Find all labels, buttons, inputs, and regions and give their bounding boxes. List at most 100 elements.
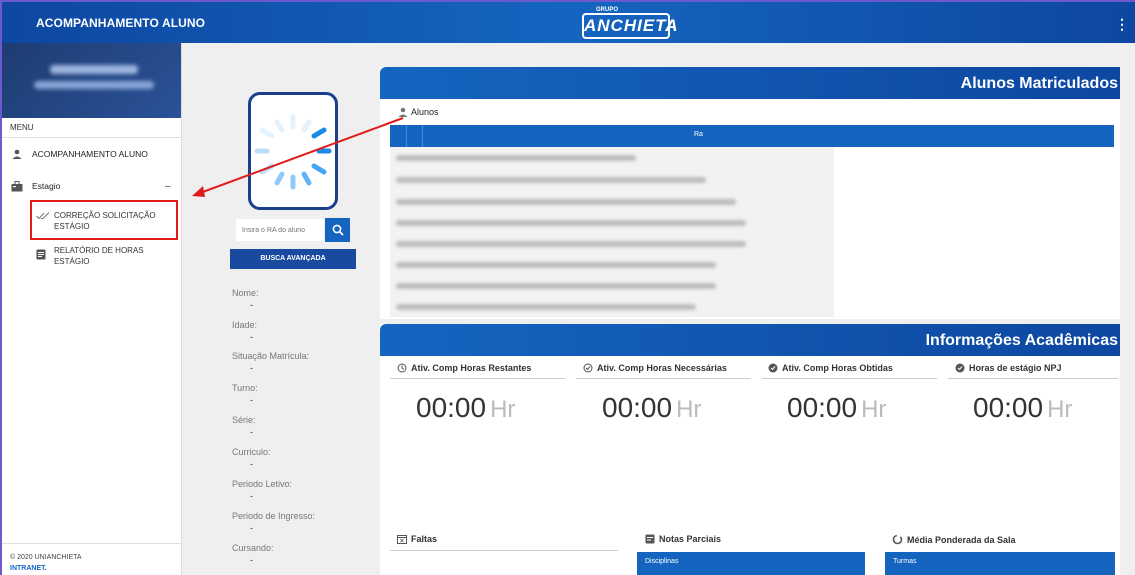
faltas-section: Faltas bbox=[397, 534, 437, 544]
field-value-curriculo: - bbox=[250, 459, 253, 469]
table-row[interactable] bbox=[396, 155, 636, 161]
check-circle-outline-icon bbox=[583, 363, 593, 373]
collapse-icon[interactable]: – bbox=[165, 181, 171, 192]
sidebar-item-acompanhamento[interactable]: ACOMPANHAMENTO ALUNO bbox=[10, 148, 148, 160]
notas-table-header: Disciplinas bbox=[637, 552, 865, 575]
time-horas-npj: 00:00 Hr bbox=[973, 392, 1072, 424]
logo-name: ANCHIETA bbox=[582, 13, 678, 39]
sidebar-subitem-label: RELATÓRIO DE HORAS ESTÁGIO bbox=[53, 246, 144, 266]
sidebar-subitem-relatorio[interactable]: RELATÓRIO DE HORAS ESTÁGIO bbox=[36, 245, 181, 267]
calendar-x-icon bbox=[397, 535, 407, 544]
user-email-blurred bbox=[34, 81, 154, 89]
column-divider bbox=[422, 125, 423, 147]
search-icon bbox=[332, 224, 344, 236]
notas-label: Notas Parciais bbox=[659, 534, 722, 544]
field-value-turno: - bbox=[250, 395, 253, 405]
field-label-cursando: Cursando: bbox=[232, 543, 274, 553]
faltas-label: Faltas bbox=[411, 534, 438, 544]
enrolled-card-header: Alunos Matriculados bbox=[380, 67, 1120, 99]
advanced-search-button[interactable]: BUSCA AVANÇADA bbox=[230, 249, 356, 269]
time-unit: Hr bbox=[861, 396, 887, 423]
double-check-icon bbox=[36, 210, 52, 232]
field-value-periodo-letivo: - bbox=[250, 491, 253, 501]
field-value-situacao: - bbox=[250, 363, 253, 373]
sidebar: MENU ACOMPANHAMENTO ALUNO Estagio – CORR… bbox=[0, 43, 182, 575]
table-row[interactable] bbox=[396, 220, 746, 226]
indicator-label: Ativ. Comp Horas Obtidas bbox=[782, 363, 893, 373]
alunos-label-text: Alunos bbox=[411, 107, 439, 117]
time-horas-obtidas: 00:00 Hr bbox=[787, 392, 886, 424]
table-row[interactable] bbox=[396, 241, 746, 247]
top-bar: ACOMPANHAMENTO ALUNO GRUPO ANCHIETA ⋮ bbox=[0, 0, 1135, 43]
column-header-ra[interactable]: Ra bbox=[694, 131, 703, 138]
students-table-header: Ra bbox=[390, 125, 1114, 147]
media-label: Média Ponderada da Sala bbox=[907, 534, 1016, 545]
briefcase-icon bbox=[10, 180, 24, 192]
time-unit: Hr bbox=[490, 396, 516, 423]
table-row[interactable] bbox=[396, 304, 696, 310]
column-divider bbox=[406, 125, 407, 147]
time-horas-necessarias: 00:00 Hr bbox=[602, 392, 701, 424]
field-label-curriculo: Curriculo: bbox=[232, 447, 271, 457]
app-title: ACOMPANHAMENTO ALUNO bbox=[36, 16, 206, 30]
indicator-label: Ativ. Comp Horas Restantes bbox=[411, 363, 532, 373]
ra-search-input[interactable] bbox=[236, 219, 324, 241]
field-label-nome: Nome: bbox=[232, 288, 259, 298]
sidebar-subitem-correcao[interactable]: CORREÇÃO SOLICITAÇÃO ESTÁGIO bbox=[36, 210, 166, 232]
sidebar-item-estagio[interactable]: Estagio bbox=[10, 180, 60, 192]
field-label-situacao: Situação Matrícula: bbox=[232, 351, 310, 361]
table-row[interactable] bbox=[396, 199, 736, 205]
kebab-menu-icon[interactable]: ⋮ bbox=[1115, 16, 1129, 33]
field-value-periodo-ingresso: - bbox=[250, 523, 253, 533]
time-value: 00:00 bbox=[787, 392, 858, 423]
table-row[interactable] bbox=[396, 262, 716, 268]
time-unit: Hr bbox=[676, 396, 702, 423]
intranet-link[interactable]: INTRANET. bbox=[10, 565, 47, 572]
media-section: Média Ponderada da Sala bbox=[892, 534, 1016, 545]
footer-divider bbox=[2, 543, 182, 544]
academic-title: Informações Acadêmicas bbox=[925, 332, 1118, 349]
sidebar-item-label: Estagio bbox=[32, 181, 61, 191]
field-label-periodo-letivo: Periodo Letivo: bbox=[232, 479, 293, 489]
alunos-section-label: Alunos bbox=[398, 107, 439, 117]
enrolled-title: Alunos Matriculados bbox=[960, 75, 1118, 92]
indicator-divider bbox=[948, 378, 1118, 379]
indicator-divider bbox=[576, 378, 751, 379]
students-table-body bbox=[390, 147, 834, 317]
indicator-divider bbox=[390, 378, 565, 379]
user-name-blurred bbox=[50, 65, 138, 74]
footer-copyright: © 2020 UNIANCHIETA bbox=[10, 554, 82, 561]
indicator-horas-obtidas: Ativ. Comp Horas Obtidas bbox=[768, 363, 893, 373]
grades-document-icon bbox=[645, 534, 655, 544]
time-horas-restantes: 00:00 Hr bbox=[416, 392, 515, 424]
field-value-idade: - bbox=[250, 332, 253, 342]
indicator-horas-necessarias: Ativ. Comp Horas Necessárias bbox=[583, 363, 727, 373]
table-row[interactable] bbox=[396, 177, 706, 183]
user-profile[interactable] bbox=[2, 43, 181, 118]
time-value: 00:00 bbox=[416, 392, 487, 423]
indicator-horas-restantes: Ativ. Comp Horas Restantes bbox=[397, 363, 531, 373]
sidebar-subitem-label: CORREÇÃO SOLICITAÇÃO ESTÁGIO bbox=[54, 211, 156, 231]
academic-card-header: Informações Acadêmicas bbox=[380, 324, 1120, 356]
notas-section: Notas Parciais bbox=[645, 534, 721, 544]
indicator-label: Horas de estágio NPJ bbox=[969, 363, 1062, 373]
donut-chart-icon bbox=[892, 534, 903, 545]
time-value: 00:00 bbox=[602, 392, 673, 423]
field-label-serie: Série: bbox=[232, 415, 256, 425]
indicator-horas-npj: Horas de estágio NPJ bbox=[955, 363, 1062, 373]
media-table-header: Turmas bbox=[885, 552, 1115, 575]
search-button[interactable] bbox=[325, 218, 350, 242]
verified-badge-icon bbox=[955, 363, 965, 373]
field-value-nome: - bbox=[250, 300, 253, 310]
table-row[interactable] bbox=[396, 283, 716, 289]
anchieta-logo[interactable]: GRUPO ANCHIETA bbox=[582, 7, 678, 41]
menu-divider bbox=[2, 137, 182, 138]
student-photo-loading bbox=[248, 92, 338, 210]
sidebar-item-label: ACOMPANHAMENTO ALUNO bbox=[32, 149, 148, 159]
field-label-periodo-ingresso: Periodo de Ingresso: bbox=[232, 511, 316, 521]
time-unit: Hr bbox=[1047, 396, 1073, 423]
loading-spinner-icon bbox=[254, 114, 332, 190]
field-value-cursando: - bbox=[250, 555, 253, 565]
menu-label: MENU bbox=[10, 123, 34, 132]
field-label-turno: Turno: bbox=[232, 383, 258, 393]
